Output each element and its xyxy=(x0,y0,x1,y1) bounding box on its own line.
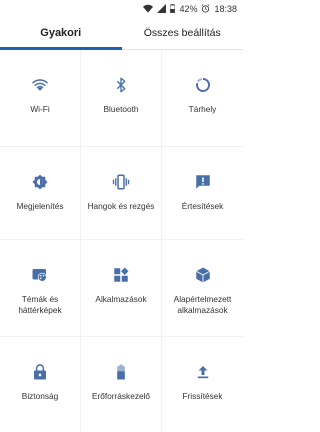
tile-label: Alkalmazások xyxy=(95,294,147,304)
status-bar: 42% 18:38 xyxy=(0,0,243,17)
tile-apps[interactable]: Alkalmazások xyxy=(81,240,161,336)
tile-bluetooth[interactable]: Bluetooth xyxy=(81,50,161,146)
tile-updates[interactable]: Frissítések xyxy=(162,337,243,432)
alarm-icon xyxy=(201,4,210,13)
vibration-icon xyxy=(112,173,130,191)
tile-power-manager[interactable]: Erőforráskezelő xyxy=(81,337,161,432)
tile-label: Bluetooth xyxy=(103,104,139,114)
display-icon xyxy=(31,173,49,191)
tile-label: Wi-Fi xyxy=(30,104,50,114)
default-apps-icon xyxy=(194,266,212,284)
themes-icon xyxy=(31,266,49,284)
tile-label: Tárhely xyxy=(188,104,217,114)
tab-frequent[interactable]: Gyakori xyxy=(0,17,122,50)
storage-icon xyxy=(194,76,212,94)
signal-icon xyxy=(157,4,167,13)
battery-status-icon xyxy=(170,4,176,13)
tile-label: Erőforráskezelő xyxy=(91,391,151,401)
tile-themes[interactable]: Témák és háttérképek xyxy=(0,240,80,336)
tile-label: Hangok és rezgés xyxy=(87,201,155,211)
tile-notifications[interactable]: Értesítések xyxy=(162,147,243,239)
tile-storage[interactable]: Tárhely xyxy=(162,50,243,146)
tile-label: Biztonság xyxy=(21,391,59,401)
settings-grid: Wi-Fi Bluetooth Tárhely Megjelenítés Han… xyxy=(0,50,243,432)
notification-icon xyxy=(194,173,212,191)
wifi-status-icon xyxy=(143,4,154,13)
clock: 18:38 xyxy=(214,3,237,14)
tile-display[interactable]: Megjelenítés xyxy=(0,147,80,239)
battery-percentage: 42% xyxy=(179,3,198,14)
bluetooth-icon xyxy=(112,76,130,94)
tile-label: Értesítések xyxy=(181,201,224,211)
tile-label: Megjelenítés xyxy=(16,201,64,211)
tile-label: Témák és háttérképek xyxy=(18,294,62,315)
update-icon xyxy=(194,363,212,381)
tab-all-settings[interactable]: Összes beállítás xyxy=(122,17,244,49)
tile-label: Alapértelmezett alkalmazások xyxy=(173,294,232,315)
tile-default-apps[interactable]: Alapértelmezett alkalmazások xyxy=(162,240,243,336)
tile-security[interactable]: Biztonság xyxy=(0,337,80,432)
tab-bar: Gyakori Összes beállítás xyxy=(0,17,243,50)
battery-icon xyxy=(112,363,130,381)
tile-label: Frissítések xyxy=(182,391,223,401)
tile-wifi[interactable]: Wi-Fi xyxy=(0,50,80,146)
wifi-icon xyxy=(31,76,49,94)
lock-icon xyxy=(31,363,49,381)
apps-icon xyxy=(112,266,130,284)
tile-sounds[interactable]: Hangok és rezgés xyxy=(81,147,161,239)
